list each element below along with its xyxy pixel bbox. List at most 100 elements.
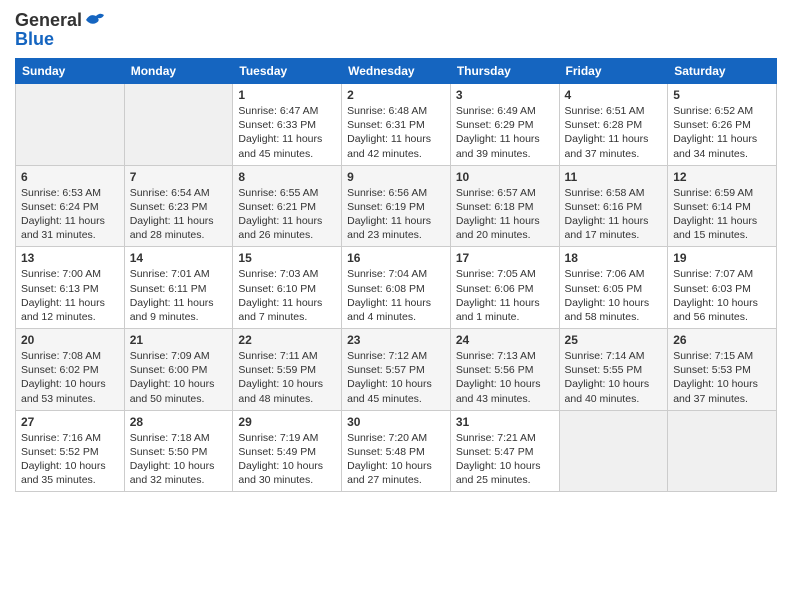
calendar-week-row: 27 Sunrise: 7:16 AMSunset: 5:52 PMDayligh… (16, 410, 777, 492)
calendar-cell: 8 Sunrise: 6:55 AMSunset: 6:21 PMDaylight… (233, 165, 342, 247)
calendar-cell: 31Sunrise: 7:21 AMSunset: 5:47 PMDayligh… (450, 410, 559, 492)
calendar-cell (16, 84, 125, 166)
cell-info: Sunrise: 7:00 AMSunset: 6:13 PMDaylight:… (21, 268, 105, 323)
calendar-cell: 26 Sunrise: 7:15 AMSunset: 5:53 PMDayligh… (668, 329, 777, 411)
weekday-header-cell: Tuesday (233, 59, 342, 84)
calendar-cell: 15 Sunrise: 7:03 AMSunset: 6:10 PMDayligh… (233, 247, 342, 329)
day-number: 16 (347, 251, 445, 265)
calendar-cell: 6 Sunrise: 6:53 AMSunset: 6:24 PMDaylight… (16, 165, 125, 247)
day-number: 3 (456, 88, 554, 102)
cell-info: Sunrise: 7:04 AMSunset: 6:08 PMDaylight:… (347, 268, 431, 323)
cell-info: Sunrise: 6:48 AMSunset: 6:31 PMDaylight:… (347, 105, 431, 160)
calendar-cell: 13 Sunrise: 7:00 AMSunset: 6:13 PMDayligh… (16, 247, 125, 329)
weekday-header-cell: Monday (124, 59, 233, 84)
day-number: 22 (238, 333, 336, 347)
cell-info: Sunrise: 7:14 AMSunset: 5:55 PMDaylight:… (565, 350, 650, 405)
calendar-table: SundayMondayTuesdayWednesdayThursdayFrid… (15, 58, 777, 492)
calendar-cell: 24 Sunrise: 7:13 AMSunset: 5:56 PMDayligh… (450, 329, 559, 411)
day-number: 28 (130, 415, 228, 429)
calendar-cell: 19 Sunrise: 7:07 AMSunset: 6:03 PMDayligh… (668, 247, 777, 329)
calendar-week-row: 13 Sunrise: 7:00 AMSunset: 6:13 PMDayligh… (16, 247, 777, 329)
day-number: 24 (456, 333, 554, 347)
logo: General Blue (15, 10, 106, 50)
day-number: 13 (21, 251, 119, 265)
calendar-cell: 7 Sunrise: 6:54 AMSunset: 6:23 PMDaylight… (124, 165, 233, 247)
day-number: 8 (238, 170, 336, 184)
calendar-cell (668, 410, 777, 492)
day-number: 26 (673, 333, 771, 347)
calendar-cell: 11 Sunrise: 6:58 AMSunset: 6:16 PMDayligh… (559, 165, 668, 247)
weekday-header-cell: Thursday (450, 59, 559, 84)
cell-info: Sunrise: 7:12 AMSunset: 5:57 PMDaylight:… (347, 350, 432, 405)
day-number: 19 (673, 251, 771, 265)
calendar-cell: 18Sunrise: 7:06 AMSunset: 6:05 PMDayligh… (559, 247, 668, 329)
calendar-cell: 5Sunrise: 6:52 AMSunset: 6:26 PMDaylight… (668, 84, 777, 166)
calendar-body: 1 Sunrise: 6:47 AMSunset: 6:33 PMDaylight… (16, 84, 777, 492)
cell-info: Sunrise: 7:11 AMSunset: 5:59 PMDaylight:… (238, 350, 323, 405)
cell-info: Sunrise: 7:13 AMSunset: 5:56 PMDaylight:… (456, 350, 541, 405)
day-number: 20 (21, 333, 119, 347)
calendar-cell: 2 Sunrise: 6:48 AMSunset: 6:31 PMDaylight… (342, 84, 451, 166)
logo-general-text: General (15, 10, 82, 31)
cell-info: Sunrise: 6:54 AMSunset: 6:23 PMDaylight:… (130, 187, 214, 242)
calendar-cell: 3 Sunrise: 6:49 AMSunset: 6:29 PMDaylight… (450, 84, 559, 166)
cell-info: Sunrise: 7:15 AMSunset: 5:53 PMDaylight:… (673, 350, 758, 405)
calendar-cell: 4 Sunrise: 6:51 AMSunset: 6:28 PMDaylight… (559, 84, 668, 166)
day-number: 9 (347, 170, 445, 184)
calendar-cell: 10 Sunrise: 6:57 AMSunset: 6:18 PMDayligh… (450, 165, 559, 247)
calendar-cell: 30 Sunrise: 7:20 AMSunset: 5:48 PMDayligh… (342, 410, 451, 492)
calendar-cell: 25Sunrise: 7:14 AMSunset: 5:55 PMDayligh… (559, 329, 668, 411)
calendar-week-row: 1 Sunrise: 6:47 AMSunset: 6:33 PMDaylight… (16, 84, 777, 166)
weekday-header-cell: Wednesday (342, 59, 451, 84)
calendar-cell (124, 84, 233, 166)
day-number: 14 (130, 251, 228, 265)
cell-info: Sunrise: 7:18 AMSunset: 5:50 PMDaylight:… (130, 432, 215, 487)
page-header: General Blue (15, 10, 777, 50)
cell-info: Sunrise: 6:55 AMSunset: 6:21 PMDaylight:… (238, 187, 322, 242)
calendar-cell: 14 Sunrise: 7:01 AMSunset: 6:11 PMDayligh… (124, 247, 233, 329)
weekday-header-cell: Friday (559, 59, 668, 84)
day-number: 11 (565, 170, 663, 184)
calendar-cell: 17Sunrise: 7:05 AMSunset: 6:06 PMDayligh… (450, 247, 559, 329)
day-number: 30 (347, 415, 445, 429)
cell-info: Sunrise: 7:07 AMSunset: 6:03 PMDaylight:… (673, 268, 758, 323)
day-number: 21 (130, 333, 228, 347)
cell-info: Sunrise: 7:20 AMSunset: 5:48 PMDaylight:… (347, 432, 432, 487)
cell-info: Sunrise: 7:06 AMSunset: 6:05 PMDaylight:… (565, 268, 650, 323)
cell-info: Sunrise: 7:03 AMSunset: 6:10 PMDaylight:… (238, 268, 322, 323)
weekday-header-cell: Sunday (16, 59, 125, 84)
day-number: 10 (456, 170, 554, 184)
day-number: 2 (347, 88, 445, 102)
calendar-cell: 1 Sunrise: 6:47 AMSunset: 6:33 PMDaylight… (233, 84, 342, 166)
day-number: 4 (565, 88, 663, 102)
calendar-cell: 23 Sunrise: 7:12 AMSunset: 5:57 PMDayligh… (342, 329, 451, 411)
cell-info: Sunrise: 6:51 AMSunset: 6:28 PMDaylight:… (565, 105, 649, 160)
calendar-week-row: 6 Sunrise: 6:53 AMSunset: 6:24 PMDaylight… (16, 165, 777, 247)
calendar-cell (559, 410, 668, 492)
calendar-cell: 21Sunrise: 7:09 AMSunset: 6:00 PMDayligh… (124, 329, 233, 411)
cell-info: Sunrise: 6:57 AMSunset: 6:18 PMDaylight:… (456, 187, 540, 242)
day-number: 12 (673, 170, 771, 184)
cell-info: Sunrise: 7:05 AMSunset: 6:06 PMDaylight:… (456, 268, 540, 323)
day-number: 29 (238, 415, 336, 429)
weekday-header-cell: Saturday (668, 59, 777, 84)
day-number: 6 (21, 170, 119, 184)
calendar-cell: 28 Sunrise: 7:18 AMSunset: 5:50 PMDayligh… (124, 410, 233, 492)
calendar-cell: 9 Sunrise: 6:56 AMSunset: 6:19 PMDaylight… (342, 165, 451, 247)
cell-info: Sunrise: 6:49 AMSunset: 6:29 PMDaylight:… (456, 105, 540, 160)
day-number: 7 (130, 170, 228, 184)
cell-info: Sunrise: 6:59 AMSunset: 6:14 PMDaylight:… (673, 187, 757, 242)
calendar-cell: 16 Sunrise: 7:04 AMSunset: 6:08 PMDayligh… (342, 247, 451, 329)
cell-info: Sunrise: 6:58 AMSunset: 6:16 PMDaylight:… (565, 187, 649, 242)
day-number: 15 (238, 251, 336, 265)
weekday-header-row: SundayMondayTuesdayWednesdayThursdayFrid… (16, 59, 777, 84)
day-number: 23 (347, 333, 445, 347)
logo-bird-icon (84, 11, 106, 29)
day-number: 27 (21, 415, 119, 429)
cell-info: Sunrise: 6:53 AMSunset: 6:24 PMDaylight:… (21, 187, 105, 242)
cell-info: Sunrise: 6:56 AMSunset: 6:19 PMDaylight:… (347, 187, 431, 242)
cell-info: Sunrise: 7:01 AMSunset: 6:11 PMDaylight:… (130, 268, 214, 323)
cell-info: Sunrise: 6:47 AMSunset: 6:33 PMDaylight:… (238, 105, 322, 160)
day-number: 1 (238, 88, 336, 102)
cell-info: Sunrise: 7:16 AMSunset: 5:52 PMDaylight:… (21, 432, 106, 487)
